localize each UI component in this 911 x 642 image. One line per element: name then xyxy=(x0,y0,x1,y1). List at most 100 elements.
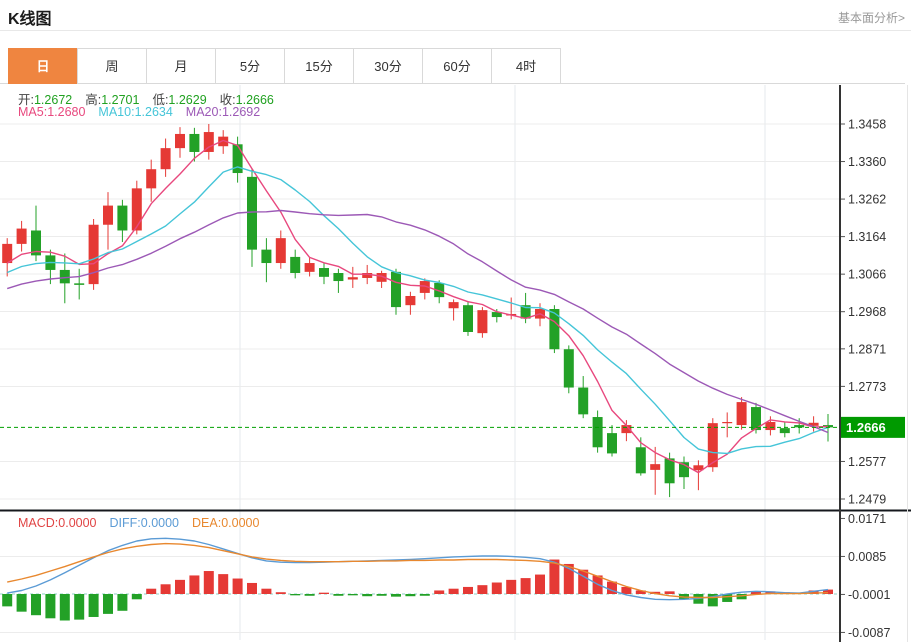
kline-chart[interactable]: 1.34581.33601.32621.31641.30661.29681.28… xyxy=(0,85,911,642)
macd-hist-bar xyxy=(377,594,387,596)
price-axis-label: 1.2479 xyxy=(848,492,886,506)
candle-body xyxy=(60,270,70,283)
candle-body xyxy=(463,305,473,332)
candle-body xyxy=(290,257,300,273)
tab-月[interactable]: 月 xyxy=(146,48,216,84)
candle-body xyxy=(449,302,459,308)
macd-hist-bar xyxy=(506,580,516,594)
tab-5分[interactable]: 5分 xyxy=(215,48,285,84)
fundamental-analysis-link[interactable]: 基本面分析> xyxy=(838,9,905,26)
macd-hist-bar xyxy=(31,594,41,615)
macd-hist-bar xyxy=(74,594,84,620)
macd-hist-bar xyxy=(204,571,214,594)
candle-body xyxy=(650,464,660,470)
legend-item-MA10: MA10:1.2634 xyxy=(98,105,172,119)
timeframe-tabbar: 日周月5分15分30分60分4时 xyxy=(0,48,905,84)
candle-body xyxy=(665,458,675,483)
macd-legend: MACD:0.0000 DIFF:0.0000 DEA:0.0000 xyxy=(18,516,272,530)
macd-axis-label: -0.0087 xyxy=(848,626,890,640)
candle-body xyxy=(261,250,271,263)
macd-hist-bar xyxy=(45,594,55,618)
macd-hist-bar xyxy=(261,589,271,594)
macd-hist-bar xyxy=(549,560,559,594)
ma10-line xyxy=(7,167,828,454)
candle-body xyxy=(161,148,171,169)
candle-body xyxy=(391,272,401,307)
candle-body xyxy=(737,402,747,425)
candle-body xyxy=(74,283,84,285)
macd-hist-bar xyxy=(175,580,185,594)
tab-4时[interactable]: 4时 xyxy=(491,48,561,84)
candle-body xyxy=(276,238,286,263)
macd-hist-bar xyxy=(218,574,228,594)
candle-body xyxy=(305,263,315,272)
candle-body xyxy=(405,296,415,305)
candle-body xyxy=(636,447,646,473)
candle-body xyxy=(722,422,732,423)
tab-周[interactable]: 周 xyxy=(77,48,147,84)
candle-body xyxy=(17,229,27,244)
tab-日[interactable]: 日 xyxy=(8,48,78,84)
legend-item-DIFF: DIFF:0.0000 xyxy=(110,516,179,530)
dea-line xyxy=(7,544,828,598)
candle-body xyxy=(319,268,329,277)
candle-body xyxy=(607,433,617,453)
macd-hist-bar xyxy=(391,594,401,597)
macd-hist-bar xyxy=(348,594,358,595)
candle-body xyxy=(780,428,790,433)
macd-hist-bar xyxy=(477,585,487,594)
macd-hist-bar xyxy=(89,594,99,617)
legend-item-MA20: MA20:1.2692 xyxy=(186,105,260,119)
candle-body xyxy=(564,349,574,387)
candle-body xyxy=(477,310,487,333)
price-axis-label: 1.2871 xyxy=(848,342,886,356)
candle-body xyxy=(146,169,156,188)
macd-hist-bar xyxy=(333,594,343,596)
candle-body xyxy=(89,225,99,284)
macd-hist-bar xyxy=(665,591,675,594)
legend-item-DEA: DEA:0.0000 xyxy=(192,516,259,530)
macd-axis-label: -0.0001 xyxy=(848,588,890,602)
candle-body xyxy=(189,134,199,152)
macd-hist-bar xyxy=(146,589,156,594)
macd-hist-bar xyxy=(233,579,243,594)
candle-body xyxy=(175,134,185,148)
macd-hist-bar xyxy=(319,593,329,594)
ma5-line xyxy=(7,141,828,473)
macd-hist-bar xyxy=(117,594,127,611)
macd-hist-bar xyxy=(521,578,531,594)
macd-axis-label: 0.0085 xyxy=(848,550,886,564)
macd-hist-bar xyxy=(189,575,199,594)
macd-axis-label: 0.0171 xyxy=(848,512,886,526)
macd-hist-bar xyxy=(434,590,444,594)
macd-hist-bar xyxy=(362,594,372,596)
price-axis-label: 1.3458 xyxy=(848,118,886,132)
price-axis-label: 1.2577 xyxy=(848,455,886,469)
price-axis-label: 1.3066 xyxy=(848,268,886,282)
current-price-tag-label: 1.2666 xyxy=(846,420,886,435)
tab-30分[interactable]: 30分 xyxy=(353,48,423,84)
price-axis-label: 1.2773 xyxy=(848,380,886,394)
ma-legend: MA5:1.2680 MA10:1.2634 MA20:1.2692 xyxy=(18,105,273,119)
candle-body xyxy=(247,177,257,250)
macd-hist-bar xyxy=(535,575,545,594)
macd-hist-bar xyxy=(161,584,171,594)
macd-hist-bar xyxy=(449,589,459,594)
macd-hist-bar xyxy=(463,587,473,594)
macd-hist-bar xyxy=(60,594,70,621)
price-axis-label: 1.2968 xyxy=(848,305,886,319)
price-axis-label: 1.3262 xyxy=(848,193,886,207)
legend-item-MACD: MACD:0.0000 xyxy=(18,516,97,530)
price-axis-label: 1.3360 xyxy=(848,155,886,169)
macd-hist-bar xyxy=(290,594,300,595)
tab-15分[interactable]: 15分 xyxy=(284,48,354,84)
legend-item-MA5: MA5:1.2680 xyxy=(18,105,85,119)
tab-60分[interactable]: 60分 xyxy=(422,48,492,84)
candle-body xyxy=(348,277,358,279)
candle-body xyxy=(103,206,113,225)
macd-hist-bar xyxy=(305,594,315,596)
candle-body xyxy=(765,422,775,430)
macd-hist-bar xyxy=(2,594,12,606)
page-title: K线图 xyxy=(8,5,52,29)
ma20-line xyxy=(7,211,828,433)
